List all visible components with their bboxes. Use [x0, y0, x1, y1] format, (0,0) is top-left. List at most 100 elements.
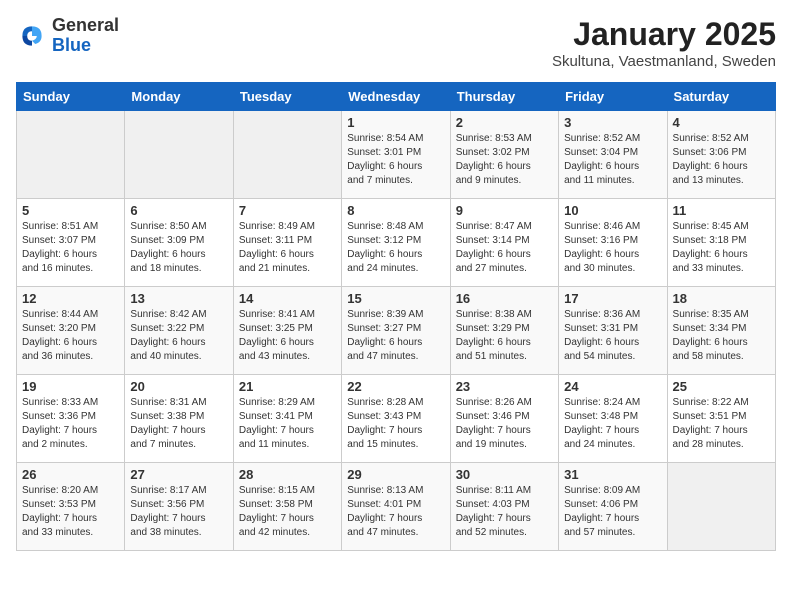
- day-info: Sunrise: 8:47 AM Sunset: 3:14 PM Dayligh…: [456, 220, 553, 276]
- day-info: Sunrise: 8:20 AM Sunset: 3:53 PM Dayligh…: [22, 484, 119, 540]
- day-number: 1: [347, 115, 444, 130]
- week-row-2: 5Sunrise: 8:51 AM Sunset: 3:07 PM Daylig…: [17, 199, 776, 287]
- day-number: 22: [347, 379, 444, 394]
- day-info: Sunrise: 8:26 AM Sunset: 3:46 PM Dayligh…: [456, 396, 553, 452]
- week-row-3: 12Sunrise: 8:44 AM Sunset: 3:20 PM Dayli…: [17, 287, 776, 375]
- day-number: 15: [347, 291, 444, 306]
- calendar-cell: 8 Sunrise: 8:48 AM Sunset: 3:12 PM Daylig…: [342, 199, 450, 287]
- calendar-cell: 10 Sunrise: 8:46 AM Sunset: 3:16 PM Dayli…: [559, 199, 667, 287]
- calendar-cell: 26 Sunrise: 8:20 AM Sunset: 3:53 PM Dayli…: [17, 463, 125, 551]
- day-info: Sunrise: 8:45 AM Sunset: 3:18 PM Dayligh…: [673, 220, 770, 276]
- day-info: Sunrise: 8:15 AM Sunset: 3:58 PM Dayligh…: [239, 484, 336, 540]
- day-number: 16: [456, 291, 553, 306]
- day-number: 31: [564, 467, 661, 482]
- calendar-cell: 28 Sunrise: 8:15 AM Sunset: 3:58 PM Dayli…: [233, 463, 341, 551]
- calendar-cell: 6 Sunrise: 8:50 AM Sunset: 3:09 PM Daylig…: [125, 199, 233, 287]
- day-info: Sunrise: 8:46 AM Sunset: 3:16 PM Dayligh…: [564, 220, 661, 276]
- day-number: 30: [456, 467, 553, 482]
- calendar-cell: 27 Sunrise: 8:17 AM Sunset: 3:56 PM Dayli…: [125, 463, 233, 551]
- day-number: 23: [456, 379, 553, 394]
- day-number: 8: [347, 203, 444, 218]
- day-info: Sunrise: 8:51 AM Sunset: 3:07 PM Dayligh…: [22, 220, 119, 276]
- weekday-header-saturday: Saturday: [667, 83, 775, 111]
- calendar-cell: [233, 111, 341, 199]
- calendar-cell: 29 Sunrise: 8:13 AM Sunset: 4:01 PM Dayli…: [342, 463, 450, 551]
- day-info: Sunrise: 8:31 AM Sunset: 3:38 PM Dayligh…: [130, 396, 227, 452]
- calendar-cell: 19 Sunrise: 8:33 AM Sunset: 3:36 PM Dayli…: [17, 375, 125, 463]
- calendar-cell: 5Sunrise: 8:51 AM Sunset: 3:07 PM Daylig…: [17, 199, 125, 287]
- day-number: 25: [673, 379, 770, 394]
- calendar-cell: 4 Sunrise: 8:52 AM Sunset: 3:06 PM Daylig…: [667, 111, 775, 199]
- day-info: Sunrise: 8:24 AM Sunset: 3:48 PM Dayligh…: [564, 396, 661, 452]
- calendar-cell: 1Sunrise: 8:54 AM Sunset: 3:01 PM Daylig…: [342, 111, 450, 199]
- calendar-cell: 18 Sunrise: 8:35 AM Sunset: 3:34 PM Dayli…: [667, 287, 775, 375]
- calendar-cell: 30 Sunrise: 8:11 AM Sunset: 4:03 PM Dayli…: [450, 463, 558, 551]
- day-info: Sunrise: 8:22 AM Sunset: 3:51 PM Dayligh…: [673, 396, 770, 452]
- calendar-table: SundayMondayTuesdayWednesdayThursdayFrid…: [16, 82, 776, 551]
- logo-text: General Blue: [52, 16, 119, 56]
- calendar-cell: 12Sunrise: 8:44 AM Sunset: 3:20 PM Dayli…: [17, 287, 125, 375]
- calendar-cell: 23 Sunrise: 8:26 AM Sunset: 3:46 PM Dayli…: [450, 375, 558, 463]
- calendar-cell: 16 Sunrise: 8:38 AM Sunset: 3:29 PM Dayli…: [450, 287, 558, 375]
- day-info: Sunrise: 8:29 AM Sunset: 3:41 PM Dayligh…: [239, 396, 336, 452]
- calendar-title: January 2025: [552, 16, 776, 53]
- day-number: 26: [22, 467, 119, 482]
- day-info: Sunrise: 8:39 AM Sunset: 3:27 PM Dayligh…: [347, 308, 444, 364]
- weekday-header-tuesday: Tuesday: [233, 83, 341, 111]
- day-info: Sunrise: 8:44 AM Sunset: 3:20 PM Dayligh…: [22, 308, 119, 364]
- day-number: 14: [239, 291, 336, 306]
- week-row-4: 19 Sunrise: 8:33 AM Sunset: 3:36 PM Dayli…: [17, 375, 776, 463]
- day-info: Sunrise: 8:48 AM Sunset: 3:12 PM Dayligh…: [347, 220, 444, 276]
- calendar-cell: 15 Sunrise: 8:39 AM Sunset: 3:27 PM Dayli…: [342, 287, 450, 375]
- day-info: Sunrise: 8:33 AM Sunset: 3:36 PM Dayligh…: [22, 396, 119, 452]
- day-number: 11: [673, 203, 770, 218]
- logo: General Blue: [16, 16, 119, 56]
- day-info: Sunrise: 8:17 AM Sunset: 3:56 PM Dayligh…: [130, 484, 227, 540]
- day-info: Sunrise: 8:13 AM Sunset: 4:01 PM Dayligh…: [347, 484, 444, 540]
- day-info: Sunrise: 8:50 AM Sunset: 3:09 PM Dayligh…: [130, 220, 227, 276]
- calendar-cell: 25 Sunrise: 8:22 AM Sunset: 3:51 PM Dayli…: [667, 375, 775, 463]
- weekday-header-friday: Friday: [559, 83, 667, 111]
- calendar-cell: 2Sunrise: 8:53 AM Sunset: 3:02 PM Daylig…: [450, 111, 558, 199]
- day-info: Sunrise: 8:28 AM Sunset: 3:43 PM Dayligh…: [347, 396, 444, 452]
- weekday-header-thursday: Thursday: [450, 83, 558, 111]
- calendar-cell: 3Sunrise: 8:52 AM Sunset: 3:04 PM Daylig…: [559, 111, 667, 199]
- calendar-header: SundayMondayTuesdayWednesdayThursdayFrid…: [17, 83, 776, 111]
- day-info: Sunrise: 8:49 AM Sunset: 3:11 PM Dayligh…: [239, 220, 336, 276]
- day-info: Sunrise: 8:52 AM Sunset: 3:04 PM Dayligh…: [564, 132, 661, 188]
- day-number: 9: [456, 203, 553, 218]
- day-info: Sunrise: 8:41 AM Sunset: 3:25 PM Dayligh…: [239, 308, 336, 364]
- logo-icon: [16, 20, 48, 52]
- day-number: 27: [130, 467, 227, 482]
- calendar-cell: 24Sunrise: 8:24 AM Sunset: 3:48 PM Dayli…: [559, 375, 667, 463]
- calendar-subtitle: Skultuna, Vaestmanland, Sweden: [552, 53, 776, 70]
- day-number: 10: [564, 203, 661, 218]
- day-number: 28: [239, 467, 336, 482]
- day-number: 7: [239, 203, 336, 218]
- day-number: 6: [130, 203, 227, 218]
- day-info: Sunrise: 8:53 AM Sunset: 3:02 PM Dayligh…: [456, 132, 553, 188]
- calendar-cell: 31Sunrise: 8:09 AM Sunset: 4:06 PM Dayli…: [559, 463, 667, 551]
- day-info: Sunrise: 8:52 AM Sunset: 3:06 PM Dayligh…: [673, 132, 770, 188]
- weekday-header-wednesday: Wednesday: [342, 83, 450, 111]
- day-number: 29: [347, 467, 444, 482]
- day-info: Sunrise: 8:42 AM Sunset: 3:22 PM Dayligh…: [130, 308, 227, 364]
- calendar-cell: 21 Sunrise: 8:29 AM Sunset: 3:41 PM Dayli…: [233, 375, 341, 463]
- calendar-cell: 7 Sunrise: 8:49 AM Sunset: 3:11 PM Daylig…: [233, 199, 341, 287]
- day-info: Sunrise: 8:11 AM Sunset: 4:03 PM Dayligh…: [456, 484, 553, 540]
- calendar-cell: [667, 463, 775, 551]
- day-info: Sunrise: 8:38 AM Sunset: 3:29 PM Dayligh…: [456, 308, 553, 364]
- day-number: 21: [239, 379, 336, 394]
- day-number: 18: [673, 291, 770, 306]
- page-header: General Blue January 2025 Skultuna, Vaes…: [16, 16, 776, 70]
- calendar-cell: 9 Sunrise: 8:47 AM Sunset: 3:14 PM Daylig…: [450, 199, 558, 287]
- calendar-cell: 20Sunrise: 8:31 AM Sunset: 3:38 PM Dayli…: [125, 375, 233, 463]
- day-number: 4: [673, 115, 770, 130]
- calendar-cell: 17Sunrise: 8:36 AM Sunset: 3:31 PM Dayli…: [559, 287, 667, 375]
- calendar-cell: [17, 111, 125, 199]
- week-row-1: 1Sunrise: 8:54 AM Sunset: 3:01 PM Daylig…: [17, 111, 776, 199]
- day-info: Sunrise: 8:35 AM Sunset: 3:34 PM Dayligh…: [673, 308, 770, 364]
- day-number: 19: [22, 379, 119, 394]
- day-number: 13: [130, 291, 227, 306]
- day-number: 17: [564, 291, 661, 306]
